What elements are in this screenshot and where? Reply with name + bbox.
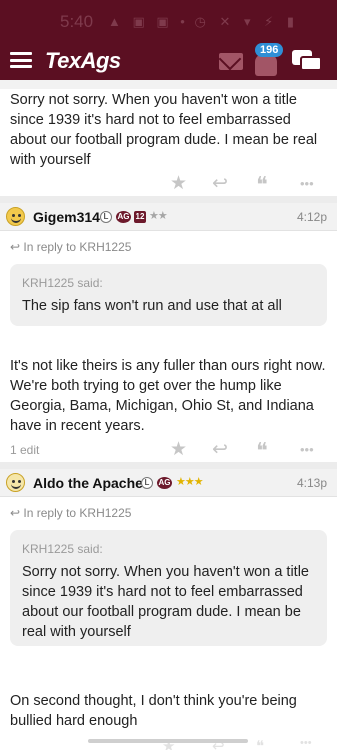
post-1-quote-text: The sip fans won't run and use that at a… — [22, 298, 282, 314]
app-header: TexAgs — [0, 40, 337, 80]
post-2-header: Aldo the Apache L AG ★★★ 4:13p — [0, 469, 337, 497]
post-2-quote-text: Sorry not sorry. When you haven't won a … — [22, 564, 309, 640]
lifetime-badge: L — [100, 211, 112, 223]
gesture-nav-handle[interactable] — [88, 739, 248, 743]
more-icon[interactable]: ••• — [300, 176, 314, 191]
post-1-time[interactable]: 4:12p — [297, 210, 327, 224]
post-2-quote: KRH1225 said: Sorry not sorry. When you … — [10, 530, 327, 646]
rank-badge: 12 — [134, 211, 146, 223]
ag-badge: AG — [157, 477, 172, 489]
post-2-time[interactable]: 4:13p — [297, 476, 327, 490]
star-icon[interactable]: ★ — [170, 172, 187, 195]
status-left-icons: ▲ ▣ ▣ • — [108, 14, 189, 29]
post-1-quote: KRH1225 said: The sip fans won't run and… — [10, 264, 327, 326]
site-logo[interactable]: TexAgs — [45, 48, 121, 74]
reply-arrow-icon: ↩ — [10, 240, 24, 254]
bell-icon[interactable] — [255, 54, 277, 76]
post-2-username[interactable]: Aldo the Apache — [33, 475, 143, 491]
post-0-body: Sorry not sorry. When you haven't won a … — [10, 92, 318, 168]
avatar[interactable] — [6, 207, 25, 226]
post-2-quote-author: KRH1225 said: — [22, 542, 103, 556]
reply-arrow-icon: ↩ — [10, 506, 24, 520]
post-1-reply-to-label: In reply to KRH1225 — [23, 240, 132, 254]
post-2-body: On second thought, I don't think you're … — [10, 693, 297, 729]
chat-icon[interactable] — [292, 50, 322, 74]
rating-stars: ★★ — [149, 210, 168, 222]
post-1-quote-author: KRH1225 said: — [22, 276, 103, 290]
post-1-reply-to[interactable]: ↩ In reply to KRH1225 — [10, 240, 131, 254]
post-1-actions: ★ ↩ ❝ ••• — [0, 438, 337, 464]
menu-icon[interactable] — [10, 52, 32, 68]
star-icon[interactable]: ★ — [170, 438, 187, 461]
more-icon[interactable]: ••• — [300, 737, 312, 749]
reply-icon[interactable]: ↩ — [212, 438, 228, 461]
reply-icon[interactable]: ↩ — [212, 172, 228, 195]
post-0-actions: ★ ↩ ❝ ••• — [0, 172, 337, 198]
ag-badge: AG — [116, 211, 131, 223]
post-1-username[interactable]: Gigem314 — [33, 209, 100, 225]
avatar[interactable] — [6, 473, 25, 492]
post-2-reply-to-label: In reply to KRH1225 — [23, 506, 132, 520]
notification-badge[interactable]: 196 — [255, 43, 284, 57]
rating-stars: ★★★ — [176, 476, 204, 488]
quote-icon[interactable]: ❝ — [256, 172, 268, 198]
quote-icon[interactable]: ❝ — [256, 737, 264, 750]
post-1-body: It's not like theirs is any fuller than … — [10, 358, 326, 434]
quote-icon[interactable]: ❝ — [256, 438, 268, 464]
status-right-icons: ◷ ✕ ▾ ⚡ ▮ — [194, 14, 299, 29]
lifetime-badge: L — [141, 477, 153, 489]
mail-icon[interactable] — [219, 53, 243, 70]
post-2-reply-to[interactable]: ↩ In reply to KRH1225 — [10, 506, 131, 520]
more-icon[interactable]: ••• — [300, 442, 314, 457]
status-time: 5:40 — [60, 12, 94, 31]
status-bar: 5:40 ▲ ▣ ▣ • ◷ ✕ ▾ ⚡ ▮ — [0, 0, 337, 40]
post-0-header-remnant — [0, 80, 337, 89]
post-1-header: Gigem314 L AG 12 ★★ 4:12p — [0, 203, 337, 231]
